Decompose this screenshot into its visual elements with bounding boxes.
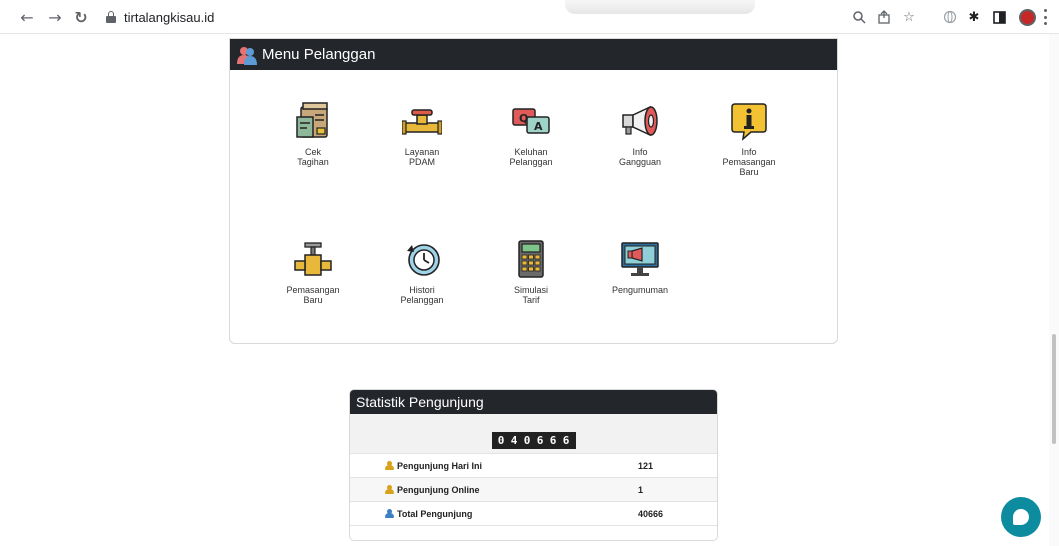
stats-value: 1 [638, 484, 644, 495]
menu-item-info-gangguan[interactable]: Info Gangguan [595, 101, 685, 167]
menu-item-label: Layanan PDAM [404, 147, 440, 167]
menu-item-info-pemasangan-baru[interactable]: Info Pemasangan Baru [704, 101, 794, 177]
menu-kebab-icon[interactable] [1044, 9, 1048, 25]
menu-item-label: Info Gangguan [618, 147, 662, 167]
info-icon [731, 103, 767, 141]
url-text: tirtalangkisau.id [124, 9, 215, 25]
megaphone-icon [622, 105, 658, 137]
browser-toolbar: ← → ↻ tirtalangkisau.id ☆ ✱ [0, 0, 1059, 34]
stats-row-total: Total Pengunjung 40666 [350, 502, 717, 526]
menu-item-label: Histori Pelanggan [400, 285, 444, 305]
customer-menu-panel: Menu Pelanggan Cek Tagihan Layanan PDAM [229, 38, 838, 344]
visitor-icon [385, 461, 394, 470]
calculator-icon [518, 240, 544, 278]
side-panel-icon[interactable] [991, 9, 1007, 25]
chat-widget-button[interactable] [1001, 497, 1041, 537]
menu-title: Menu Pelanggan [262, 46, 376, 63]
menu-item-label: Cek Tagihan [297, 147, 329, 167]
scroll-thumb[interactable] [1052, 334, 1056, 444]
zoom-icon[interactable] [851, 9, 867, 25]
stats-label: Total Pengunjung [397, 508, 473, 519]
menu-item-label: Pemasangan Baru [286, 285, 340, 305]
profile-avatar-icon[interactable] [1019, 9, 1036, 26]
menu-item-label: Info Pemasangan Baru [722, 147, 776, 177]
menu-item-label: Pengumuman [611, 285, 669, 295]
stats-row-online: Pengunjung Online 1 [350, 478, 717, 502]
tab-shadow [565, 0, 755, 14]
visitor-icon [385, 509, 394, 518]
pipe-install-icon [294, 242, 332, 276]
back-arrow-icon[interactable]: ← [18, 8, 36, 27]
stats-label: Pengunjung Hari Ini [397, 460, 482, 471]
counter-digit: 4 [510, 433, 518, 447]
lock-icon [106, 11, 116, 23]
users-icon [236, 44, 258, 66]
bill-icon [296, 102, 328, 138]
announcement-monitor-icon [621, 242, 659, 276]
menu-item-layanan-pdam[interactable]: Layanan PDAM [377, 101, 467, 167]
stats-value: 121 [638, 460, 654, 471]
visitor-counter: 0 4 0 6 6 6 [491, 431, 576, 449]
pipe-valve-icon [402, 109, 442, 135]
share-icon[interactable] [876, 9, 892, 25]
visitor-stats-panel: Statistik Pengunjung 0 4 0 6 6 6 Pengunj… [349, 389, 718, 541]
page-scrollbar[interactable] [1049, 34, 1059, 546]
reload-icon[interactable]: ↻ [72, 8, 90, 27]
visitor-icon [385, 485, 394, 494]
chat-bubble-icon [1013, 509, 1029, 525]
counter-digit: 0 [523, 433, 531, 447]
menu-item-pemasangan-baru[interactable]: Pemasangan Baru [268, 239, 358, 305]
extension-globe-icon[interactable] [942, 9, 958, 25]
stats-value: 40666 [638, 508, 664, 519]
menu-item-label: Simulasi Tarif [513, 285, 548, 305]
svg-text:A: A [534, 120, 543, 133]
forward-arrow-icon[interactable]: → [46, 8, 64, 27]
extensions-puzzle-icon[interactable]: ✱ [966, 9, 982, 25]
visitor-counter-row: 0 4 0 6 6 6 [350, 427, 717, 454]
menu-item-label: Keluhan Pelanggan [509, 147, 553, 167]
counter-digit: 6 [562, 433, 570, 447]
menu-item-simulasi-tarif[interactable]: Simulasi Tarif [486, 239, 576, 305]
menu-item-cek-tagihan[interactable]: Cek Tagihan [268, 101, 358, 167]
stats-row-today: Pengunjung Hari Ini 121 [350, 454, 717, 478]
stats-spacer [350, 414, 717, 427]
counter-digit: 0 [497, 433, 505, 447]
menu-header: Menu Pelanggan [230, 39, 837, 70]
qa-chat-icon: Q A [512, 108, 550, 134]
bookmark-star-icon[interactable]: ☆ [901, 9, 917, 25]
history-icon [407, 244, 440, 276]
stats-title: Statistik Pengunjung [350, 390, 717, 414]
counter-digit: 6 [549, 433, 557, 447]
counter-digit: 6 [536, 433, 544, 447]
menu-item-pengumuman[interactable]: Pengumuman [595, 239, 685, 295]
menu-item-keluhan-pelanggan[interactable]: Q A Keluhan Pelanggan [486, 101, 576, 167]
stats-label: Pengunjung Online [397, 484, 480, 495]
menu-item-histori-pelanggan[interactable]: Histori Pelanggan [377, 239, 467, 305]
